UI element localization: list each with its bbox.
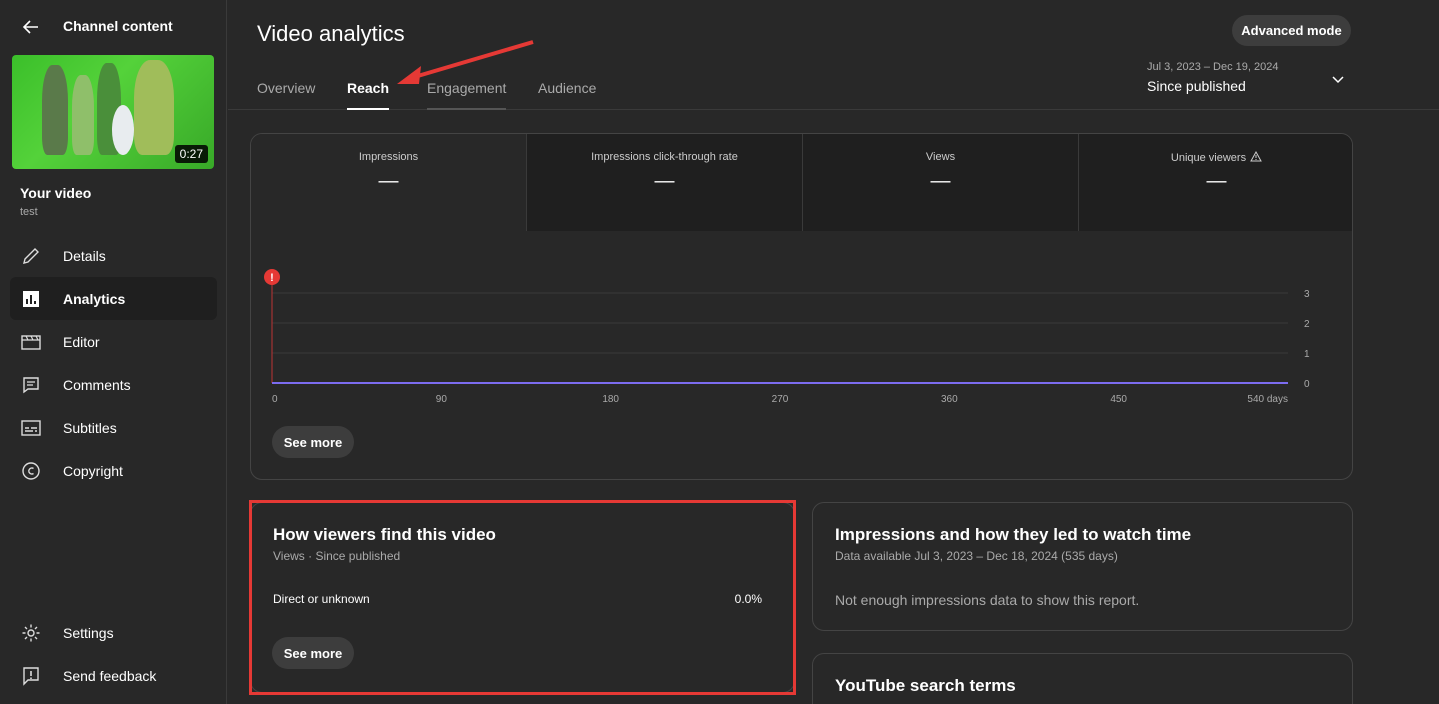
card-title: Impressions and how they led to watch ti…	[835, 525, 1192, 544]
sidebar-item-label: Copyright	[63, 462, 123, 479]
sidebar: Channel content 0:27 Your video test Det…	[0, 0, 227, 704]
metric-impressions[interactable]: Impressions —	[251, 134, 527, 231]
sidebar-item-copyright[interactable]: Copyright	[10, 449, 217, 492]
feedback-icon	[20, 665, 42, 687]
sidebar-item-label: Comments	[63, 376, 131, 393]
video-subtitle: test	[20, 206, 38, 218]
advanced-mode-button[interactable]: Advanced mode	[1232, 15, 1351, 46]
sidebar-item-editor[interactable]: Editor	[10, 320, 217, 363]
card-message: Not enough impressions data to show this…	[835, 592, 1140, 608]
subtitles-icon	[20, 417, 42, 439]
app-window: Channel content 0:27 Your video test Det…	[0, 0, 1439, 704]
traffic-row-value: 0.0%	[734, 592, 762, 606]
chart-x-tick-label: 90	[436, 394, 448, 405]
sidebar-item-label: Analytics	[63, 290, 126, 307]
sidebar-header: Channel content	[0, 0, 227, 52]
sidebar-title: Channel content	[63, 18, 173, 34]
impressions-chart: 3 2 1 0 0 90 180 270 360 450 540 days!	[264, 269, 1310, 405]
metrics-chart-card: Impressions — Impressions click-through …	[250, 133, 1353, 480]
card-subtitle: Data available Jul 3, 2023 – Dec 18, 202…	[835, 549, 1118, 563]
metric-label: Impressions click-through rate	[591, 151, 738, 163]
tab-overview[interactable]: Overview	[257, 80, 315, 110]
metrics-row: Impressions — Impressions click-through …	[251, 134, 1352, 231]
sidebar-item-settings[interactable]: Settings	[10, 611, 217, 654]
page-title: Video analytics	[257, 21, 405, 46]
metric-label: Unique viewers	[1079, 150, 1352, 165]
sidebar-item-details[interactable]: Details	[10, 234, 217, 277]
sidebar-item-label: Send feedback	[63, 667, 157, 684]
traffic-row-label: Direct or unknown	[273, 592, 370, 606]
chevron-down-icon[interactable]	[1328, 70, 1348, 90]
metric-label: Views	[925, 151, 956, 163]
back-arrow-icon[interactable]	[18, 14, 44, 40]
chart-y-tick-label: 3	[1304, 289, 1310, 300]
metric-ctr[interactable]: Impressions click-through rate —	[527, 134, 803, 231]
copyright-icon	[20, 460, 42, 482]
chart-x-tick-label: 540 days	[1247, 394, 1288, 405]
editor-icon	[20, 331, 42, 353]
chart-x-tick-label: 360	[941, 394, 958, 405]
metric-label: Impressions	[358, 151, 419, 163]
sidebar-item-analytics[interactable]: Analytics	[10, 277, 217, 320]
see-more-button[interactable]: See more	[272, 426, 354, 458]
see-more-button[interactable]: See more	[272, 637, 354, 669]
pencil-icon	[20, 245, 42, 267]
tab-audience[interactable]: Audience	[538, 80, 596, 110]
metric-value: —	[654, 170, 675, 192]
sidebar-item-label: Details	[63, 247, 106, 264]
date-selection[interactable]: Since published	[1147, 78, 1246, 94]
impressions-watch-time-card: Impressions and how they led to watch ti…	[812, 502, 1353, 631]
card-title: YouTube search terms	[835, 676, 1016, 695]
metric-unique-viewers[interactable]: Unique viewers —	[1079, 134, 1352, 231]
chart-y-tick-label: 1	[1304, 349, 1310, 360]
analytics-icon	[20, 288, 42, 310]
date-range: Jul 3, 2023 – Dec 19, 2024	[1147, 61, 1279, 73]
comments-icon	[20, 374, 42, 396]
metric-views[interactable]: Views —	[803, 134, 1079, 231]
video-title: Your video	[20, 185, 92, 201]
metric-value: —	[1206, 170, 1227, 192]
search-terms-card: YouTube search terms	[812, 653, 1353, 704]
sidebar-item-subtitles[interactable]: Subtitles	[10, 406, 217, 449]
chart-x-tick-label: 450	[1110, 394, 1127, 405]
chart-x-tick-label: 270	[772, 394, 789, 405]
gear-icon	[20, 622, 42, 644]
traffic-source-card: How viewers find this video Views · Sinc…	[250, 502, 795, 693]
sidebar-item-label: Editor	[63, 333, 100, 350]
chart-y-tick-label: 2	[1304, 319, 1310, 330]
sidebar-item-label: Settings	[63, 624, 114, 641]
chart-x-tick-label: 180	[602, 394, 619, 405]
card-title: How viewers find this video	[273, 525, 496, 544]
warning-icon	[1250, 150, 1262, 165]
video-thumbnail[interactable]: 0:27	[12, 55, 214, 169]
video-duration: 0:27	[174, 145, 208, 163]
chart-x-tick-label: 0	[272, 394, 278, 405]
annotation-arrow	[397, 40, 534, 84]
tab-reach[interactable]: Reach	[347, 80, 390, 110]
chart-annotation-marker-label: !	[270, 272, 274, 284]
sidebar-item-label: Subtitles	[63, 419, 117, 436]
main-content: Video analytics Advanced mode Overview R…	[228, 0, 1439, 704]
sidebar-item-send-feedback[interactable]: Send feedback	[10, 654, 217, 697]
metric-value: —	[930, 170, 951, 192]
chart-y-tick-label: 0	[1304, 379, 1310, 390]
sidebar-item-comments[interactable]: Comments	[10, 363, 217, 406]
card-subtitle: Views · Since published	[273, 549, 401, 563]
metric-value: —	[378, 170, 399, 192]
